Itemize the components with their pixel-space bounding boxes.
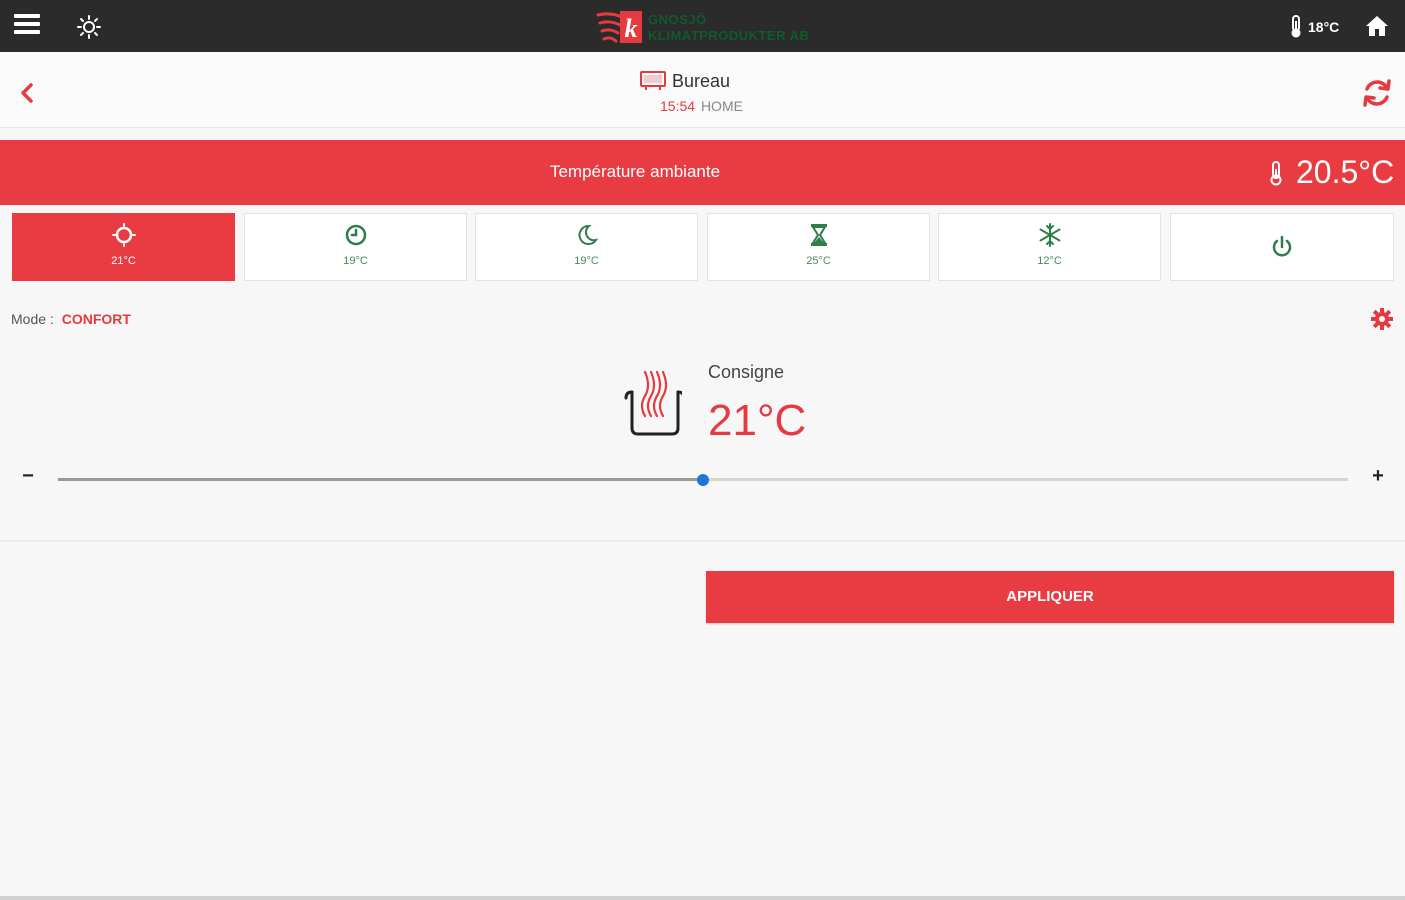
setpoint-slider[interactable]	[58, 472, 1348, 488]
settings-gear-icon[interactable]	[1370, 307, 1394, 331]
mode-frost-temp: 12°C	[1037, 255, 1062, 267]
ambient-temperature: 20.5°C	[1268, 154, 1394, 191]
device-location-mode: HOME	[700, 98, 743, 114]
apply-button[interactable]: APPLIQUER	[706, 571, 1394, 623]
section-divider	[0, 540, 1405, 542]
logo-mark-icon: k	[596, 11, 642, 43]
logo-text-line1: GNOSJÖ	[648, 12, 707, 27]
mode-schedule-temp: 19°C	[343, 255, 368, 267]
back-icon[interactable]	[16, 80, 40, 106]
sun-icon	[111, 223, 136, 247]
svg-text:k: k	[625, 14, 638, 43]
mode-timer-temp: 25°C	[806, 255, 831, 267]
radiator-device-icon	[640, 71, 666, 90]
outdoor-temperature: 18°C	[1288, 13, 1339, 41]
device-header: Bureau 15:54 HOME	[0, 52, 1405, 128]
device-title: Bureau	[640, 70, 730, 92]
device-name: Bureau	[672, 70, 731, 91]
mode-selector: 21°C 19°C 19°C 25°C 12°C	[12, 213, 1394, 281]
slider-fill	[58, 478, 703, 481]
outdoor-temperature-value: 18°C	[1308, 19, 1340, 35]
thermometer-icon	[1270, 160, 1282, 185]
mode-schedule-button[interactable]: 19°C	[244, 213, 467, 281]
clock-icon	[345, 224, 366, 246]
ambient-temperature-value: 20.5°C	[1296, 154, 1395, 190]
top-bar: k GNOSJÖ KLIMATPRODUKTER AB 18°C	[0, 0, 1405, 52]
setpoint-value: 21°C	[708, 396, 807, 445]
mode-night-button[interactable]: 19°C	[475, 213, 698, 281]
menu-icon[interactable]	[14, 14, 40, 38]
device-time: 15:54	[660, 98, 696, 114]
mode-off-button[interactable]	[1170, 213, 1394, 281]
slider-thumb[interactable]	[697, 474, 709, 486]
setpoint-label: Consigne	[708, 362, 785, 382]
ambient-temperature-label: Température ambiante	[549, 162, 721, 181]
mode-comfort-temp: 21°C	[111, 255, 136, 267]
decrease-button[interactable]: −	[18, 466, 38, 486]
current-mode-label: Mode :	[11, 311, 54, 327]
current-mode-value: CONFORT	[61, 311, 131, 327]
company-logo: k GNOSJÖ KLIMATPRODUKTER AB	[596, 9, 816, 45]
moon-icon	[578, 224, 598, 245]
ambient-temperature-bar: Température ambiante 20.5°C	[0, 140, 1405, 205]
mode-comfort-button[interactable]: 21°C	[12, 213, 235, 281]
brightness-icon[interactable]	[76, 14, 102, 40]
mode-timer-button[interactable]: 25°C	[707, 213, 930, 281]
mode-frost-button[interactable]: 12°C	[938, 213, 1161, 281]
logo-text-line2: KLIMATPRODUKTER AB	[648, 28, 810, 43]
hourglass-icon	[810, 224, 827, 246]
increase-button[interactable]: +	[1368, 466, 1388, 486]
bottom-edge	[0, 896, 1405, 900]
home-icon[interactable]	[1364, 13, 1390, 39]
current-mode: Mode : CONFORT	[11, 311, 131, 327]
power-icon	[1272, 235, 1292, 257]
mode-night-temp: 19°C	[574, 255, 599, 267]
heater-icon	[622, 364, 686, 438]
device-status-line: 15:54 HOME	[660, 98, 743, 114]
refresh-icon[interactable]	[1360, 76, 1394, 110]
thermometer-icon	[1291, 15, 1301, 38]
snowflake-icon	[1039, 223, 1060, 247]
